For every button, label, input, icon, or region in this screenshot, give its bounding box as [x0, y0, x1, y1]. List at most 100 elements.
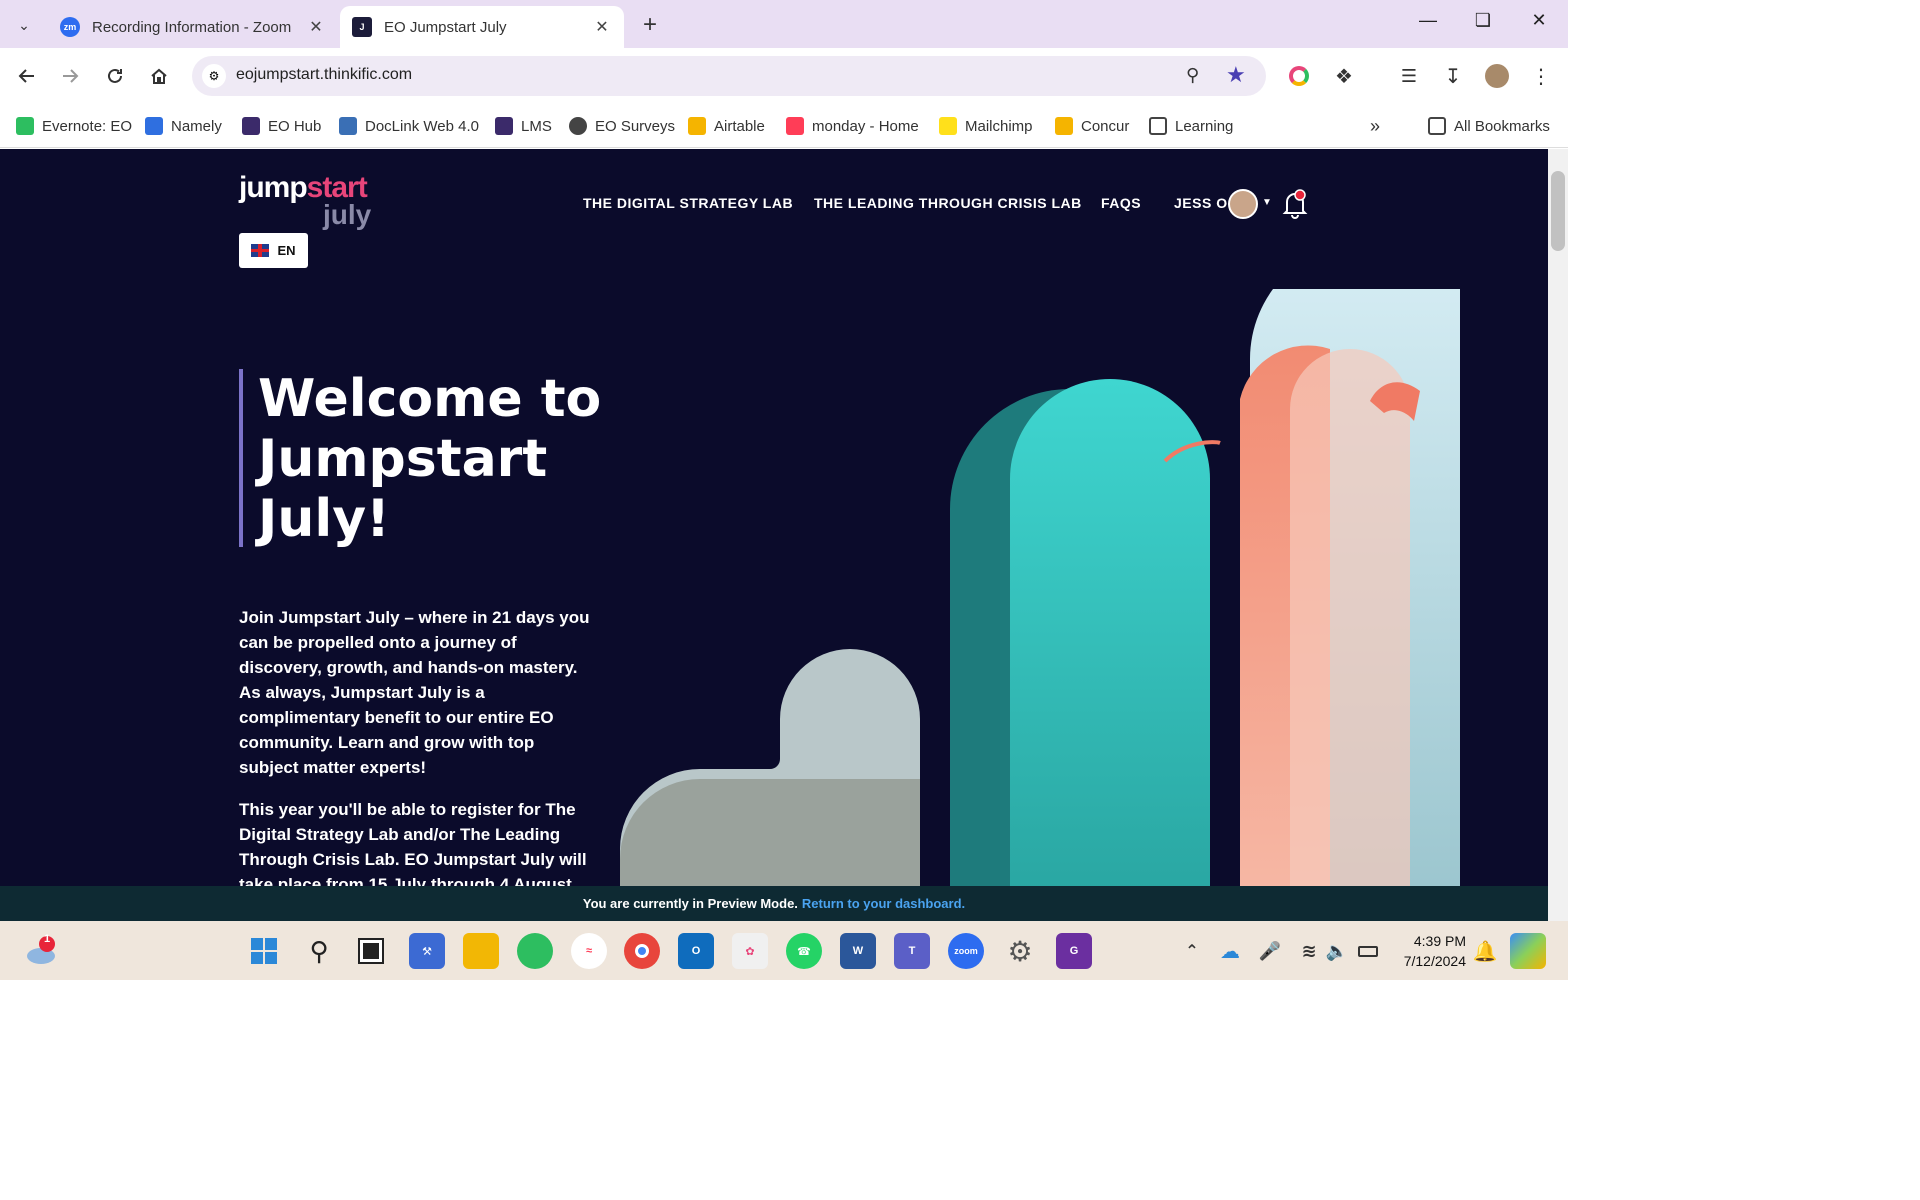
- preview-mode-text: You are currently in Preview Mode.: [582, 896, 798, 911]
- bookmark-doclink[interactable]: DocLink Web 4.0: [339, 114, 479, 138]
- profile-avatar-icon[interactable]: [1483, 62, 1511, 90]
- evernote-icon: [16, 117, 34, 135]
- bookmark-concur[interactable]: Concur: [1055, 114, 1129, 138]
- nav-digital-strategy-lab[interactable]: THE DIGITAL STRATEGY LAB: [583, 195, 793, 211]
- bookmark-learning[interactable]: Learning: [1149, 114, 1233, 138]
- ground-shape: [620, 779, 920, 886]
- onedrive-icon[interactable]: ☁: [1212, 933, 1248, 969]
- search-icon[interactable]: ⚲: [301, 933, 337, 969]
- all-bookmarks-button[interactable]: All Bookmarks: [1428, 114, 1550, 138]
- weather-badge: 1: [44, 933, 51, 945]
- bookmark-label: Airtable: [714, 117, 765, 135]
- menu-kebab-icon[interactable]: ⋮: [1527, 62, 1555, 90]
- nav-leading-through-crisis-lab[interactable]: THE LEADING THROUGH CRISIS LAB: [814, 195, 1082, 211]
- globe-icon: [569, 117, 587, 135]
- home-icon[interactable]: [145, 62, 173, 90]
- whatsapp-taskbar-icon[interactable]: ☎: [786, 933, 822, 969]
- close-tab-icon[interactable]: ✕: [592, 17, 612, 37]
- bookmark-label: Concur: [1081, 117, 1130, 135]
- system-clock[interactable]: 4:39 PM 7/12/2024: [1396, 931, 1466, 971]
- bookmark-airtable[interactable]: Airtable: [688, 114, 765, 138]
- bookmark-eo-hub[interactable]: EO Hub: [242, 114, 321, 138]
- address-bar[interactable]: ⚙ eojumpstart.thinkific.com ⚲ ★: [192, 56, 1266, 96]
- jumpstart-logo[interactable]: jumpstart july: [239, 171, 371, 230]
- bookmark-monday[interactable]: monday - Home: [786, 114, 919, 138]
- scrollbar-thumb[interactable]: [1551, 171, 1565, 251]
- language-selector[interactable]: EN: [239, 233, 308, 268]
- defender-icon[interactable]: ⚒: [409, 933, 445, 969]
- show-hidden-icons-icon[interactable]: ⌃: [1174, 933, 1210, 969]
- microphone-icon[interactable]: 🎤: [1252, 933, 1288, 969]
- monday-icon: [786, 117, 804, 135]
- reload-icon[interactable]: [101, 62, 129, 90]
- bookmark-mailchimp[interactable]: Mailchimp: [939, 114, 1033, 138]
- nav-user-menu[interactable]: JESS O: [1174, 195, 1228, 211]
- bookmark-namely[interactable]: Namely: [145, 114, 222, 138]
- bookmark-label: All Bookmarks: [1454, 117, 1550, 135]
- nav-faqs[interactable]: FAQS: [1101, 195, 1141, 211]
- gmail-client-taskbar-icon[interactable]: G: [1056, 933, 1092, 969]
- hero-title: Welcome to Jumpstart July!: [258, 369, 602, 549]
- word-taskbar-icon[interactable]: W: [840, 933, 876, 969]
- start-windows-icon[interactable]: [246, 933, 282, 969]
- weather-icon[interactable]: 1: [22, 933, 58, 969]
- tab-search-dropdown-icon[interactable]: ⌄: [8, 9, 40, 41]
- teal-arch: [1010, 379, 1210, 886]
- bookmark-label: Learning: [1175, 117, 1234, 135]
- bookmark-evernote[interactable]: Evernote: EO: [16, 114, 132, 138]
- settings-gear-icon[interactable]: ⚙: [1002, 933, 1038, 969]
- bookmark-label: Namely: [171, 117, 222, 135]
- back-icon[interactable]: [13, 62, 41, 90]
- clock-date: 7/12/2024: [1403, 953, 1466, 969]
- forward-icon[interactable]: [56, 62, 84, 90]
- extensions-puzzle-icon[interactable]: ❖: [1330, 62, 1358, 90]
- zoom-favicon-icon: zm: [60, 17, 80, 37]
- media-controls-icon[interactable]: ☰: [1395, 62, 1423, 90]
- tab-zoom-recording[interactable]: zm Recording Information - Zoom ✕: [48, 6, 338, 48]
- file-explorer-icon[interactable]: [463, 933, 499, 969]
- airtable-icon: [688, 117, 706, 135]
- register-paragraph: This year you'll be able to register for…: [239, 800, 587, 886]
- task-view-icon[interactable]: [353, 933, 389, 969]
- bookmark-star-icon[interactable]: ★: [1226, 62, 1246, 88]
- page-scrollbar[interactable]: [1548, 149, 1568, 921]
- teams-taskbar-icon[interactable]: T: [894, 933, 930, 969]
- bookmark-lms[interactable]: LMS: [495, 114, 552, 138]
- outlook-taskbar-icon[interactable]: O: [678, 933, 714, 969]
- bookmarks-bar: Evernote: EO Namely EO Hub DocLink Web 4…: [0, 104, 1568, 148]
- bookmark-eo-surveys[interactable]: EO Surveys: [569, 114, 675, 138]
- monday-taskbar-icon[interactable]: ≈: [571, 933, 607, 969]
- restore-icon[interactable]: ❏: [1463, 10, 1503, 38]
- url-text: eojumpstart.thinkific.com: [236, 66, 413, 83]
- close-window-icon[interactable]: ✕: [1519, 10, 1559, 38]
- doclink-icon: [339, 117, 357, 135]
- logo-word-jump: jump: [239, 171, 308, 204]
- user-avatar[interactable]: [1228, 189, 1258, 219]
- concur-icon: [1055, 117, 1073, 135]
- new-tab-button[interactable]: +: [636, 12, 664, 40]
- zoom-taskbar-icon[interactable]: zoom: [948, 933, 984, 969]
- extension-color-icon[interactable]: [1285, 62, 1313, 90]
- evernote-taskbar-icon[interactable]: [517, 933, 553, 969]
- jumpstart-favicon-icon: J: [352, 17, 372, 37]
- more-bookmarks-icon[interactable]: »: [1370, 114, 1380, 138]
- bookmark-label: LMS: [521, 117, 552, 135]
- downloads-icon[interactable]: ↧: [1439, 62, 1467, 90]
- zoom-icon[interactable]: ⚲: [1186, 65, 1199, 86]
- tab-eo-jumpstart[interactable]: J EO Jumpstart July ✕: [340, 6, 624, 48]
- notifications-bell-icon[interactable]: 🔔: [1467, 933, 1503, 969]
- battery-icon[interactable]: [1350, 933, 1386, 969]
- return-to-dashboard-link[interactable]: Return to your dashboard.: [802, 896, 965, 911]
- caret-down-icon[interactable]: ▼: [1262, 197, 1272, 208]
- site-info-icon[interactable]: ⚙: [202, 64, 226, 88]
- eo-hub-icon: [242, 117, 260, 135]
- close-tab-icon[interactable]: ✕: [306, 17, 326, 37]
- bookmark-label: Mailchimp: [965, 117, 1033, 135]
- apps-taskbar-icon[interactable]: ✿: [732, 933, 768, 969]
- copilot-icon[interactable]: [1510, 933, 1546, 969]
- mailchimp-icon: [939, 117, 957, 135]
- tab-title: EO Jumpstart July: [384, 18, 507, 36]
- notification-bell-icon[interactable]: [1282, 189, 1308, 219]
- minimize-icon[interactable]: —: [1408, 10, 1448, 38]
- chrome-taskbar-icon[interactable]: [624, 933, 660, 969]
